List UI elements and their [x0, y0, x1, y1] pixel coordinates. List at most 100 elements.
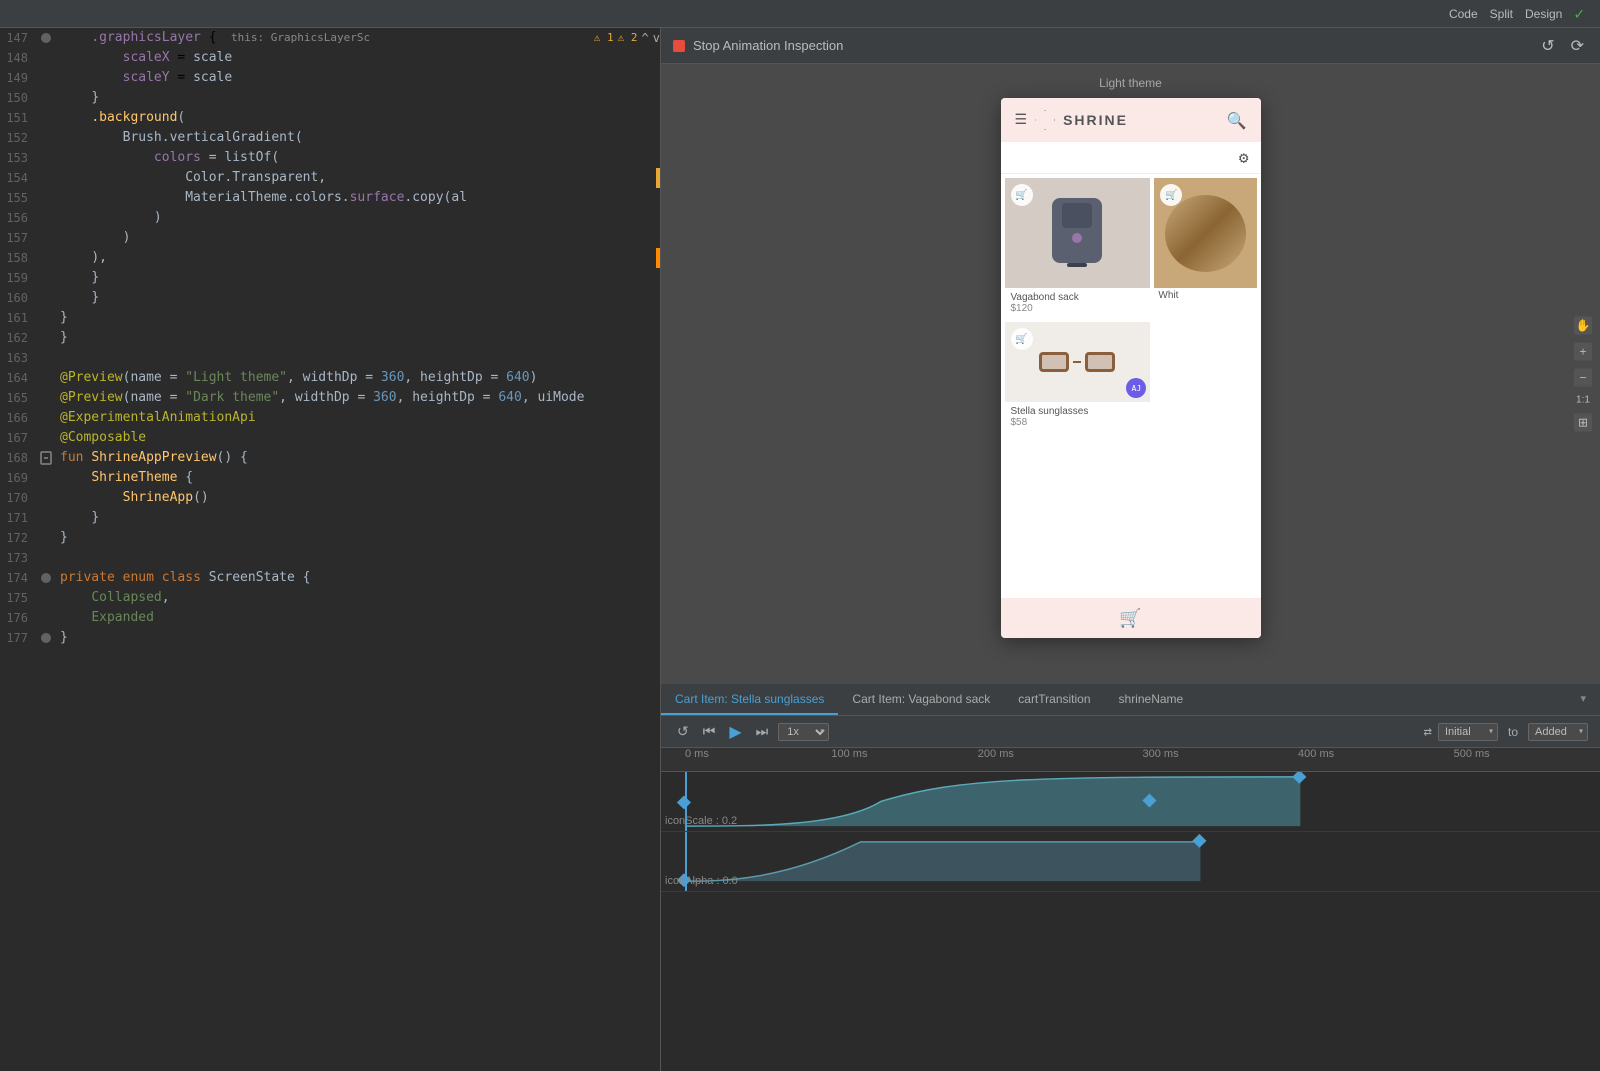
code-lines: 147 .graphicsLayer { this: GraphicsLayer… [0, 28, 660, 1071]
code-line-154: 154 Color.Transparent, [0, 168, 660, 188]
code-tab[interactable]: Code [1449, 7, 1478, 21]
code-line-147: 147 .graphicsLayer { this: GraphicsLayer… [0, 28, 660, 48]
code-line-168: 168 fun ShrineAppPreview() { [0, 448, 660, 468]
code-line-177: 177 } [0, 628, 660, 648]
frame-fit-btn[interactable]: ⊞ [1574, 414, 1592, 432]
warning-area: ⚠ 1 ⚠ 2 ^ v [594, 28, 660, 48]
code-content: } [56, 628, 660, 648]
line-number: 147 [0, 28, 36, 48]
code-content: @Composable [56, 428, 660, 448]
breakpoint-dot[interactable] [41, 573, 51, 583]
step-forward-btn[interactable]: ⏭ [752, 721, 773, 742]
tab-cart-label: cartTransition [1018, 692, 1090, 706]
sunglasses-price: $58 [1011, 417, 1145, 428]
line-number: 157 [0, 228, 36, 248]
iconscale-label: iconScale : 0.2 [665, 815, 737, 827]
anim-tabs: Cart Item: Stella sunglasses Cart Item: … [661, 684, 1600, 716]
sunglasses-image: 🛒 AJ [1005, 322, 1151, 402]
line-number: 160 [0, 288, 36, 308]
preview-label: Light theme [1099, 76, 1162, 90]
code-line-173: 173 [0, 548, 660, 568]
shrine-logo-diamond [1035, 110, 1055, 130]
line-number: 159 [0, 268, 36, 288]
from-state-dropdown[interactable]: Initial Added [1438, 723, 1498, 741]
from-state-wrapper: Initial Added [1438, 723, 1498, 741]
belt-shape [1165, 195, 1247, 272]
backpack-svg [1037, 188, 1117, 278]
shrine-menu-icon[interactable]: ☰ [1015, 112, 1028, 128]
code-content: } [56, 528, 660, 548]
tab-shrine-name[interactable]: shrineName ▾ [1105, 684, 1600, 715]
step-back-btn[interactable]: ⏮ [699, 721, 720, 742]
preview-area: Light theme ☰ SHRINE 🔍 ⚙ [661, 64, 1600, 684]
cart-overlay-sunglasses[interactable]: 🛒 [1011, 328, 1033, 350]
warn-badge-2[interactable]: ⚠ 2 [618, 28, 638, 48]
refresh2-icon-btn[interactable]: ⟳ [1567, 34, 1588, 58]
breakpoint-dot[interactable] [41, 633, 51, 643]
code-content: Color.Transparent, [56, 168, 654, 188]
code-content: } [56, 288, 660, 308]
timeline-cursor-alpha[interactable] [685, 832, 687, 891]
code-line-153: 153 colors = listOf( [0, 148, 660, 168]
breakpoint-dot[interactable] [41, 33, 51, 43]
iconscale-curve [661, 772, 1600, 831]
code-content: ) [56, 228, 660, 248]
line-gutter [36, 451, 56, 465]
code-content: @Preview(name = "Light theme", widthDp =… [56, 368, 660, 388]
split-tab[interactable]: Split [1490, 7, 1513, 21]
refresh-icon-btn[interactable]: ↺ [1537, 34, 1558, 58]
bookmark-icon [39, 451, 53, 465]
line-number: 169 [0, 468, 36, 488]
play-btn[interactable]: ▶ [725, 720, 745, 744]
line-number: 156 [0, 208, 36, 228]
line-number: 172 [0, 528, 36, 548]
chevron-down-icon[interactable]: v [653, 28, 660, 48]
tab-cart-transition[interactable]: cartTransition [1004, 684, 1104, 715]
code-content: fun ShrineAppPreview() { [56, 448, 660, 468]
tab-shrine-label: shrineName [1119, 692, 1184, 706]
zoom-in-btn[interactable]: + [1574, 343, 1592, 361]
tab-dropdown-icon[interactable]: ▾ [1580, 692, 1586, 705]
line-number: 173 [0, 548, 36, 568]
tab-vagabond-sack[interactable]: Cart Item: Vagabond sack [838, 684, 1004, 715]
code-content: Collapsed, [56, 588, 660, 608]
top-bar: Code Split Design ✓ [0, 0, 1600, 28]
code-content: } [56, 328, 660, 348]
ruler-labels: 0 ms 100 ms 200 ms 300 ms 400 ms 500 ms [685, 748, 1600, 771]
cart-overlay-backpack[interactable]: 🛒 [1011, 184, 1033, 206]
product-column-left: 🛒 Vagabond sack [1005, 178, 1151, 594]
shrine-filter-icon[interactable]: ⚙ [1239, 148, 1249, 167]
anim-controls: ↺ ⏮ ▶ ⏭ 1x 0.5x 2x ⇄ Initial Added to [661, 716, 1600, 748]
code-content: Expanded [56, 608, 660, 628]
code-line-158: 158 ), [0, 248, 660, 268]
design-tab[interactable]: Design [1525, 7, 1562, 21]
timeline-cursor[interactable] [685, 772, 687, 831]
cursor-icon-btn[interactable]: ✋ [1574, 317, 1592, 335]
tab-stella-sunglasses[interactable]: Cart Item: Stella sunglasses [661, 684, 838, 715]
code-panel: 147 .graphicsLayer { this: GraphicsLayer… [0, 28, 660, 1071]
line-number: 174 [0, 568, 36, 588]
backpack-price: $120 [1011, 303, 1145, 314]
line-number: 177 [0, 628, 36, 648]
warn-badge-1[interactable]: ⚠ 1 [594, 28, 614, 48]
code-content: .graphicsLayer { this: GraphicsLayerSc [56, 28, 586, 48]
code-content: ), [56, 248, 654, 268]
track-iconscale: iconScale : 0.2 [661, 772, 1600, 832]
code-line-156: 156 ) [0, 208, 660, 228]
shrine-search-icon[interactable]: 🔍 [1227, 111, 1247, 130]
chevron-up-icon[interactable]: ^ [642, 28, 649, 48]
line-number: 170 [0, 488, 36, 508]
main-area: 147 .graphicsLayer { this: GraphicsLayer… [0, 28, 1600, 1071]
to-state-dropdown[interactable]: Added Initial [1528, 723, 1588, 741]
backpack-image: 🛒 [1005, 178, 1151, 288]
shrine-cart-button[interactable]: 🛒 [1001, 598, 1261, 638]
code-line-161: 161 } [0, 308, 660, 328]
shrine-products: 🛒 Vagabond sack [1001, 174, 1261, 598]
zoom-out-btn[interactable]: − [1574, 369, 1592, 387]
code-content: ) [56, 208, 660, 228]
code-line-151: 151 .background( [0, 108, 660, 128]
ruler-mark-400ms: 400 ms [1298, 748, 1334, 760]
code-line-162: 162 } [0, 328, 660, 348]
reset-btn[interactable]: ↺ [673, 721, 693, 742]
speed-selector[interactable]: 1x 0.5x 2x [778, 723, 829, 741]
